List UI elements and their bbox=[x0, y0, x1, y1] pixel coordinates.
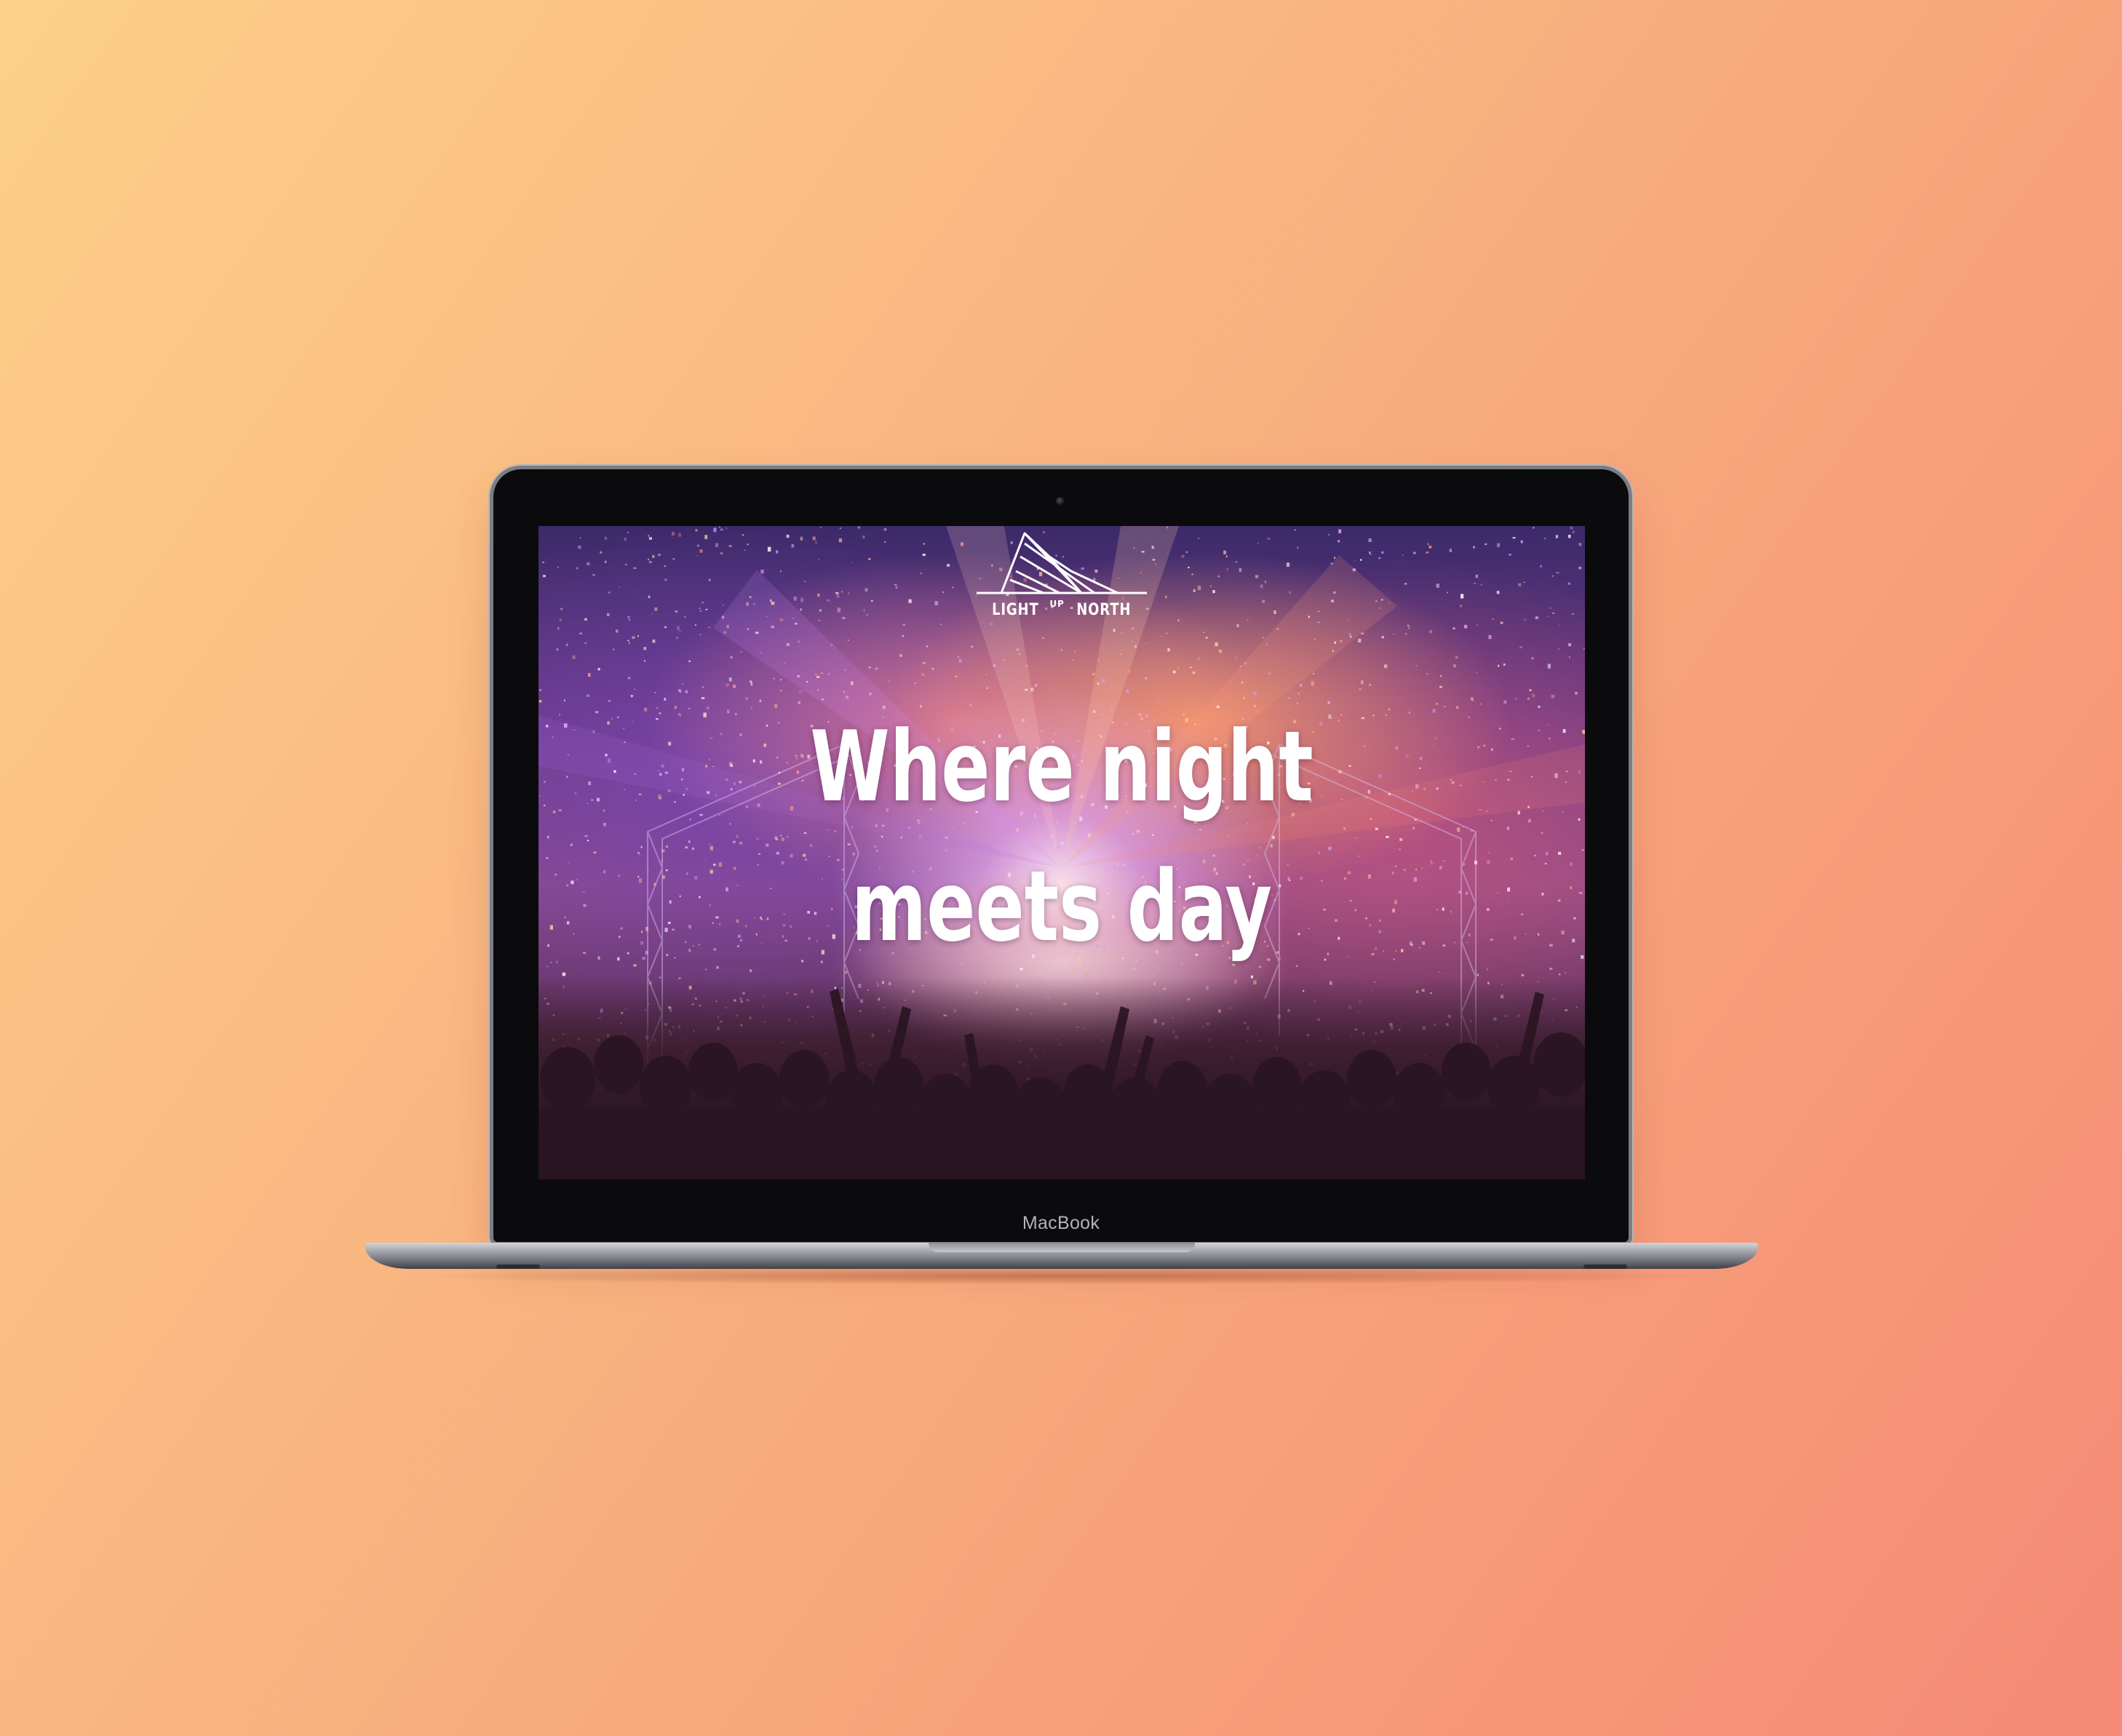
laptop-foot-left bbox=[496, 1265, 540, 1269]
hero-headline-line-1: Where night bbox=[810, 710, 1314, 824]
lid-opening-notch bbox=[929, 1243, 1195, 1252]
webcam-icon bbox=[1056, 497, 1065, 506]
macbook-label: MacBook bbox=[1022, 1213, 1100, 1233]
website-hero-screen: LIGHT UP NORTH Where night meets day bbox=[539, 526, 1585, 1179]
mountain-triangle-logo-icon bbox=[977, 532, 1147, 594]
laptop-foot-right bbox=[1583, 1265, 1627, 1269]
crowd-silhouettes bbox=[539, 977, 1585, 1179]
logo-wordmark: LIGHT UP NORTH bbox=[972, 599, 1151, 619]
light-up-north-logo[interactable]: LIGHT UP NORTH bbox=[972, 527, 1151, 629]
hero-headline-line-2: meets day bbox=[851, 850, 1273, 963]
logo-word-light: LIGHT bbox=[991, 601, 1039, 619]
laptop-lid: LIGHT UP NORTH Where night meets day MacBo… bbox=[493, 469, 1629, 1242]
logo-word-up: UP bbox=[1049, 599, 1065, 609]
logo-word-north: NORTH bbox=[1076, 601, 1132, 619]
laptop-base bbox=[365, 1243, 1758, 1269]
laptop-shadow bbox=[408, 1267, 1717, 1285]
hero-headline: Where night meets day bbox=[539, 697, 1585, 976]
